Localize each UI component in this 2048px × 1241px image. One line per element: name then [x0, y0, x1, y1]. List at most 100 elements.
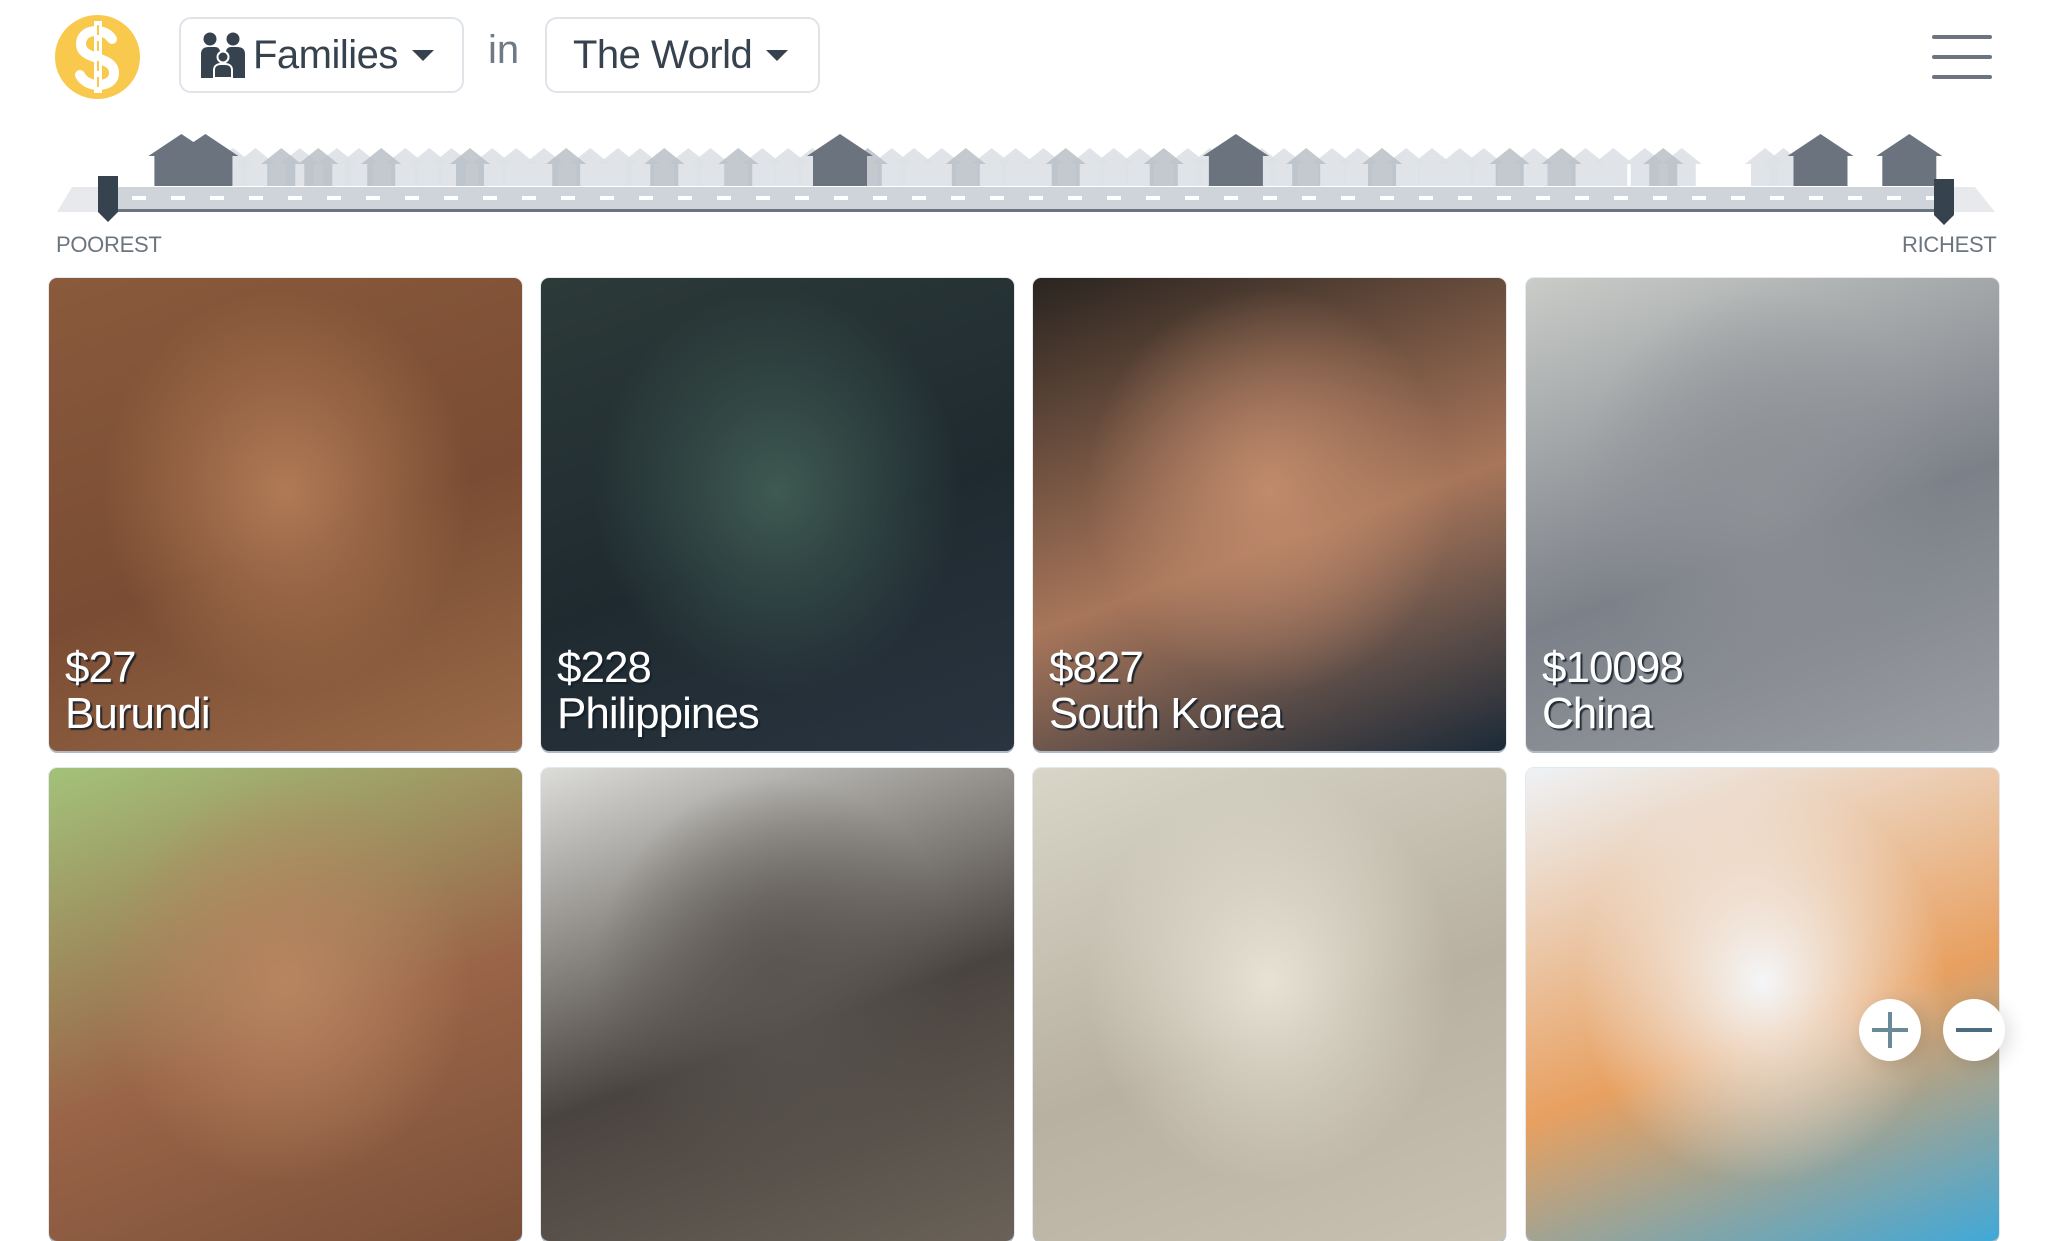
country-text: China — [1542, 689, 1653, 738]
house-marker[interactable] — [1143, 148, 1184, 186]
zoom-in-button[interactable] — [1859, 999, 1921, 1061]
place-dropdown[interactable]: The World — [545, 17, 820, 93]
house-marker[interactable] — [644, 148, 685, 186]
income-street[interactable] — [0, 120, 2048, 260]
house-marker[interactable] — [1489, 148, 1530, 186]
plus-icon — [1872, 1012, 1908, 1048]
road-dash — [1263, 196, 1277, 200]
road-dash — [717, 196, 731, 200]
house-marker[interactable] — [945, 148, 986, 186]
road-dash — [1107, 196, 1121, 200]
connector-text: in — [488, 28, 520, 72]
road-dash — [483, 196, 497, 200]
house-marker[interactable] — [1593, 148, 1634, 186]
road-dash — [1614, 196, 1628, 200]
street-graphic — [57, 134, 1995, 212]
family-card[interactable]: $228 Philippines — [541, 278, 1014, 751]
hamburger-menu-icon[interactable] — [1932, 32, 1994, 82]
road-dash — [639, 196, 653, 200]
house-marker[interactable] — [1876, 134, 1943, 186]
road-dash — [1497, 196, 1511, 200]
road-dash — [249, 196, 263, 200]
family-photo — [49, 768, 522, 1241]
card-label: $827 South Korea — [1049, 645, 1284, 738]
road-dash — [1146, 196, 1160, 200]
family-card[interactable] — [1033, 768, 1506, 1241]
family-card[interactable] — [1526, 768, 1999, 1241]
range-handle-high[interactable] — [1934, 179, 1954, 225]
road-dash — [171, 196, 185, 200]
dollar-street-logo-icon — [74, 21, 119, 93]
family-card[interactable]: $10098 China — [1526, 278, 1999, 751]
income-text: $27 — [65, 643, 136, 692]
dollar-street-logo[interactable] — [55, 15, 140, 99]
houses-layer — [148, 134, 1943, 186]
road-dash — [873, 196, 887, 200]
road-dash — [1731, 196, 1745, 200]
road-dash — [522, 196, 536, 200]
road-dash — [366, 196, 380, 200]
road-dash — [1809, 196, 1823, 200]
country-text: Philippines — [557, 689, 760, 738]
road-dash — [678, 196, 692, 200]
road-dash — [327, 196, 341, 200]
family-card[interactable]: $827 South Korea — [1033, 278, 1506, 751]
house-marker[interactable] — [361, 148, 402, 186]
chevron-down-icon — [766, 49, 789, 61]
house-marker[interactable] — [1286, 148, 1327, 186]
house-photo — [541, 768, 1014, 1241]
road-dash — [1848, 196, 1862, 200]
road-dash — [1575, 196, 1589, 200]
income-text: $10098 — [1542, 643, 1684, 692]
road-dash — [405, 196, 419, 200]
things-dropdown-label: Families — [253, 32, 398, 77]
zoom-out-button[interactable] — [1943, 999, 2005, 1061]
range-handle-low[interactable] — [98, 176, 118, 222]
road-dash — [834, 196, 848, 200]
road-dash — [1653, 196, 1667, 200]
road-dash — [990, 196, 1004, 200]
road-left-fade — [57, 187, 98, 212]
income-text: $228 — [557, 643, 652, 692]
poorest-label: POOREST — [56, 232, 162, 257]
road-edge — [98, 209, 1953, 212]
house-marker[interactable] — [1787, 134, 1854, 186]
house-marker[interactable] — [1541, 148, 1582, 186]
chevron-down-icon — [411, 49, 434, 61]
house-marker[interactable] — [1202, 134, 1269, 186]
road-dash — [1029, 196, 1043, 200]
place-dropdown-label: The World — [573, 32, 753, 77]
road-dash — [1692, 196, 1706, 200]
family-photo — [1526, 768, 1999, 1241]
road-dash — [1224, 196, 1238, 200]
road-dash — [132, 196, 146, 200]
country-text: South Korea — [1049, 689, 1284, 738]
house-marker[interactable] — [1045, 148, 1086, 186]
family-card[interactable] — [49, 768, 522, 1241]
road-dash — [600, 196, 614, 200]
road-dash — [1185, 196, 1199, 200]
card-label: $228 Philippines — [557, 643, 760, 738]
road-dash — [1419, 196, 1433, 200]
country-text: Burundi — [65, 689, 211, 738]
things-dropdown[interactable]: Families — [179, 17, 464, 93]
house-marker[interactable] — [1362, 148, 1403, 186]
road-dash — [1380, 196, 1394, 200]
road-dash — [444, 196, 458, 200]
family-card[interactable] — [541, 768, 1014, 1241]
road-dash — [1770, 196, 1784, 200]
road-dash — [1302, 196, 1316, 200]
richest-label: RICHEST — [1902, 232, 1997, 257]
road-dash — [1068, 196, 1082, 200]
road-dash — [288, 196, 302, 200]
family-icon — [201, 32, 245, 78]
road-dash — [561, 196, 575, 200]
road-dash — [1341, 196, 1355, 200]
family-card[interactable]: $27 Burundi — [49, 278, 522, 751]
road-dash — [951, 196, 965, 200]
card-label: $10098 China — [1542, 643, 1684, 738]
road-dash — [756, 196, 770, 200]
house-marker[interactable] — [546, 148, 587, 186]
house-marker[interactable] — [718, 148, 759, 186]
house-marker[interactable] — [807, 134, 873, 186]
